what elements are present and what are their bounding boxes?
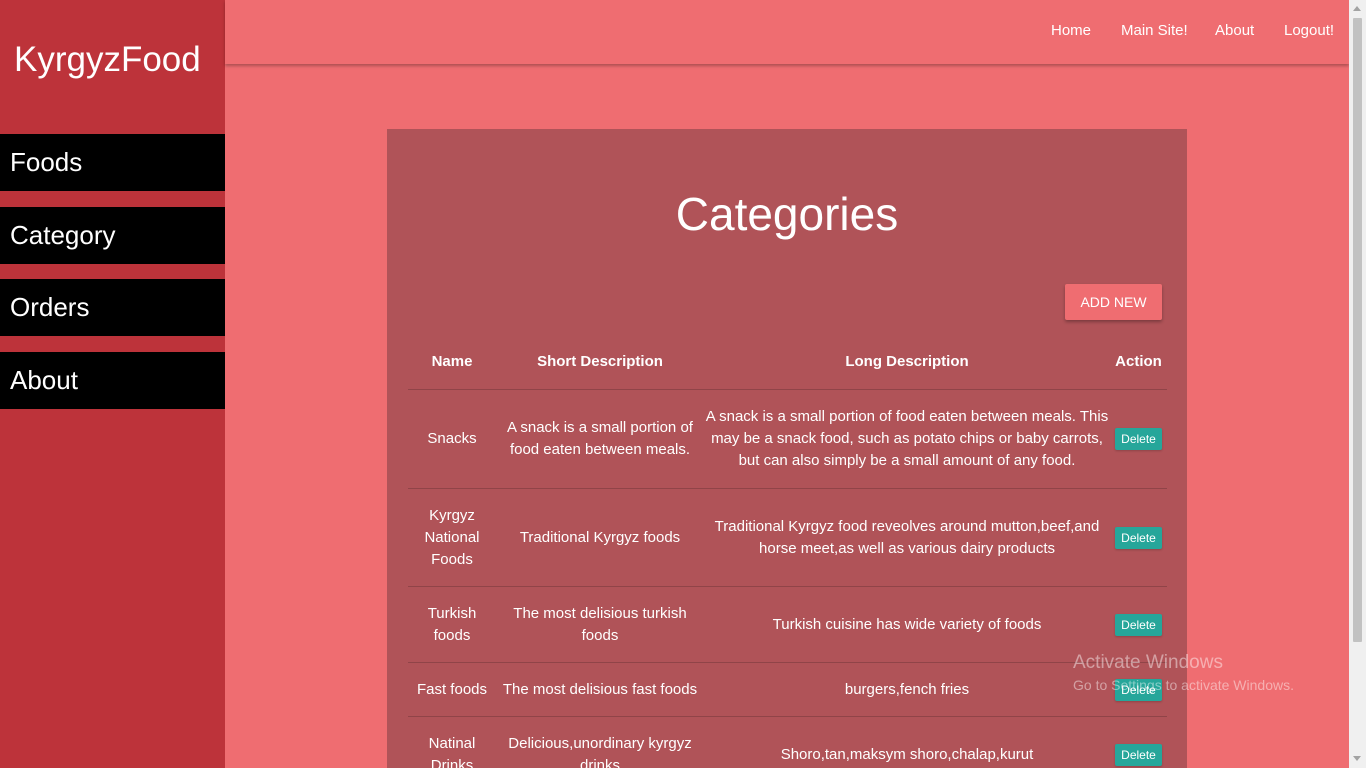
delete-button[interactable]: Delete: [1115, 613, 1162, 636]
header-action: Action: [1110, 335, 1167, 390]
cell-action: Delete: [1110, 488, 1167, 587]
cell-action: Delete: [1110, 389, 1167, 489]
cell-name: Kyrgyz National Foods: [408, 488, 496, 587]
table-row: Turkish foods The most delisious turkish…: [408, 586, 1167, 663]
table-row: Kyrgyz National Foods Traditional Kyrgyz…: [408, 488, 1167, 587]
delete-button[interactable]: Delete: [1115, 678, 1162, 701]
table-row: Natinal Drinks Delicious,unordinary kyrg…: [408, 716, 1167, 768]
cell-name: Turkish foods: [408, 586, 496, 663]
delete-button[interactable]: Delete: [1115, 526, 1162, 549]
cell-action: Delete: [1110, 662, 1167, 717]
cell-long-description: Traditional Kyrgyz food reveolves around…: [704, 488, 1110, 587]
sidebar-item-foods[interactable]: Foods: [0, 134, 225, 191]
sidebar-item-category[interactable]: Category: [0, 207, 225, 264]
cell-short-description: The most delisious fast foods: [496, 662, 704, 717]
delete-button[interactable]: Delete: [1115, 743, 1162, 766]
cell-short-description: Delicious,unordinary kyrgyz drinks: [496, 716, 704, 768]
header-long-description: Long Description: [704, 335, 1110, 390]
scroll-up-arrow-icon[interactable]: [1353, 6, 1361, 11]
cell-name: Fast foods: [408, 662, 496, 717]
cell-name: Snacks: [408, 389, 496, 489]
cell-long-description: Shoro,tan,maksym shoro,chalap,kurut: [704, 716, 1110, 768]
header-short-description: Short Description: [496, 335, 704, 390]
delete-button[interactable]: Delete: [1115, 428, 1162, 450]
cell-short-description: Traditional Kyrgyz foods: [496, 488, 704, 587]
page-title: Categories: [675, 188, 899, 240]
table-header-row: Name Short Description Long Description …: [408, 335, 1167, 390]
nav-about-link[interactable]: About: [1215, 22, 1254, 39]
scroll-down-arrow-icon[interactable]: [1353, 756, 1361, 761]
add-new-button[interactable]: ADD NEW: [1065, 284, 1162, 320]
cell-short-description: A snack is a small portion of food eaten…: [496, 389, 704, 489]
table-row: Snacks A snack is a small portion of foo…: [408, 389, 1167, 489]
cell-long-description: A snack is a small portion of food eaten…: [704, 389, 1110, 489]
top-navbar: Home Main Site! About Logout!: [225, 0, 1349, 64]
cell-long-description: burgers,fench fries: [704, 662, 1110, 717]
sidebar-item-orders[interactable]: Orders: [0, 279, 225, 336]
categories-table: Name Short Description Long Description …: [408, 335, 1167, 768]
categories-card: Categories ADD NEW Name Short Descriptio…: [387, 129, 1187, 768]
sidebar-item-about[interactable]: About: [0, 352, 225, 409]
cell-long-description: Turkish cuisine has wide variety of food…: [704, 586, 1110, 663]
scrollbar-thumb[interactable]: [1353, 18, 1362, 642]
brand-logo[interactable]: KyrgyzFood: [14, 40, 201, 80]
cell-action: Delete: [1110, 586, 1167, 663]
vertical-scrollbar[interactable]: [1349, 0, 1366, 768]
nav-logout-link[interactable]: Logout!: [1284, 22, 1334, 39]
cell-name: Natinal Drinks: [408, 716, 496, 768]
nav-main-site-link[interactable]: Main Site!: [1121, 22, 1188, 39]
table-row: Fast foods The most delisious fast foods…: [408, 662, 1167, 717]
cell-action: Delete: [1110, 716, 1167, 768]
nav-home-link[interactable]: Home: [1051, 22, 1091, 39]
sidebar: KyrgyzFood Foods Category Orders About: [0, 0, 225, 768]
cell-short-description: The most delisious turkish foods: [496, 586, 704, 663]
header-name: Name: [408, 335, 496, 390]
